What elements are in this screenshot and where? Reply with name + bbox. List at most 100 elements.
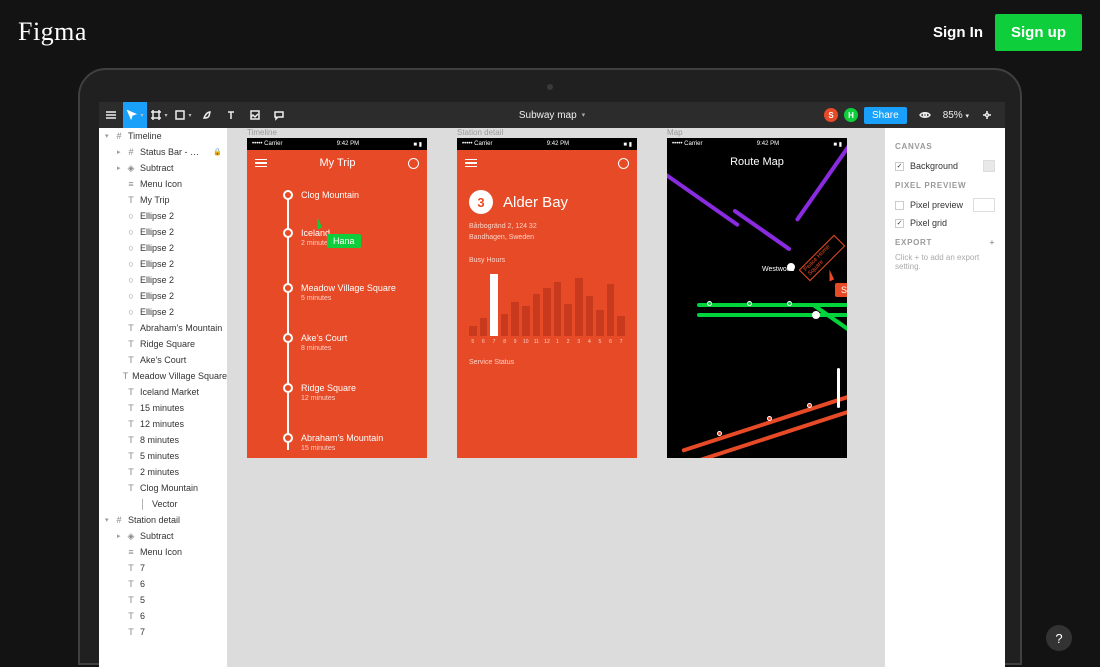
map-marker: [837, 368, 840, 408]
route-stop: Clog Mountain: [283, 190, 359, 200]
pixel-grid-row[interactable]: ✓ Pixel grid: [895, 214, 995, 232]
chart-x-labels: 567891011121234567: [469, 339, 625, 345]
map-line-purple: [732, 208, 792, 251]
layer-row[interactable]: T6: [99, 608, 227, 624]
layer-row[interactable]: ○Ellipse 2: [99, 272, 227, 288]
figma-body: ▾#Timeline▸#Status Bar - …🔒▸◈Subtract≡Me…: [99, 128, 1005, 667]
map-node: [807, 403, 812, 408]
canvas[interactable]: Timeline ••••• Carrier 9:42 PM ■ ▮ My Tr…: [227, 128, 885, 667]
layer-row[interactable]: ○Ellipse 2: [99, 304, 227, 320]
frame-tool-icon[interactable]: ▾: [147, 102, 171, 128]
busy-hours-label: Busy Hours: [469, 257, 625, 264]
layer-row[interactable]: TMeadow Village Square: [99, 368, 227, 384]
pixel-preview-icon[interactable]: [975, 102, 999, 128]
share-button[interactable]: Share: [864, 107, 907, 124]
layer-row[interactable]: ▸◈Subtract: [99, 528, 227, 544]
layer-row[interactable]: T2 minutes: [99, 464, 227, 480]
chart-bar: [511, 302, 519, 336]
layer-row[interactable]: ≡Menu Icon: [99, 176, 227, 192]
zoom-level[interactable]: 85% ▾: [943, 110, 969, 121]
shape-tool-icon[interactable]: ▾: [171, 102, 195, 128]
frame-station-detail[interactable]: ••••• Carrier 9:42 PM ■ ▮ 3 Alder Bay: [457, 138, 637, 458]
checkbox-icon[interactable]: ✓: [895, 162, 904, 171]
move-tool-icon[interactable]: ▾: [123, 102, 147, 128]
sign-in-link[interactable]: Sign In: [933, 24, 983, 41]
layer-row[interactable]: ▸#Status Bar - …🔒: [99, 144, 227, 160]
color-swatch[interactable]: [983, 160, 995, 172]
layer-row[interactable]: TAbraham's Mountain: [99, 320, 227, 336]
figma-app: ▾ ▾ ▾: [99, 102, 1005, 667]
comment-tool-icon[interactable]: [267, 102, 291, 128]
layer-row[interactable]: TMy Trip: [99, 192, 227, 208]
layer-row[interactable]: T12 minutes: [99, 416, 227, 432]
layer-row[interactable]: T5: [99, 592, 227, 608]
layer-row[interactable]: TIceland Market: [99, 384, 227, 400]
layer-row[interactable]: ▸◈Subtract: [99, 160, 227, 176]
chart-bar: [543, 288, 551, 336]
route-stop: Meadow Village Square5 minutes: [283, 283, 396, 302]
text-tool-icon[interactable]: [219, 102, 243, 128]
layer-row[interactable]: ○Ellipse 2: [99, 208, 227, 224]
checkbox-icon[interactable]: ✓: [895, 219, 904, 228]
frame-label-timeline: Timeline: [247, 128, 277, 137]
laptop-frame: ▾ ▾ ▾: [78, 68, 1022, 665]
service-status-label: Service Status: [469, 359, 625, 366]
collaborator-avatar-h[interactable]: H: [844, 108, 858, 122]
add-export-icon[interactable]: +: [990, 238, 995, 247]
layer-row[interactable]: T5 minutes: [99, 448, 227, 464]
chart-bar: [607, 284, 615, 336]
pixel-preview-heading: PIXEL PREVIEW: [895, 181, 995, 190]
layer-row[interactable]: ≡Menu Icon: [99, 544, 227, 560]
pen-tool-icon[interactable]: [195, 102, 219, 128]
layer-row[interactable]: T7: [99, 624, 227, 640]
collaborator-avatar-s[interactable]: S: [824, 108, 838, 122]
document-title[interactable]: Subway map ▾: [519, 110, 585, 121]
layer-row[interactable]: ○Ellipse 2: [99, 256, 227, 272]
map-line-purple: [667, 173, 740, 228]
image-tool-icon[interactable]: [243, 102, 267, 128]
sign-up-button[interactable]: Sign up: [995, 14, 1082, 51]
frame-timeline[interactable]: ••••• Carrier 9:42 PM ■ ▮ My Trip Clog M…: [247, 138, 427, 458]
layer-row[interactable]: T7: [99, 560, 227, 576]
layer-row[interactable]: T8 minutes: [99, 432, 227, 448]
layer-row[interactable]: ○Ellipse 2: [99, 240, 227, 256]
layer-row[interactable]: ○Ellipse 2: [99, 224, 227, 240]
checkbox-icon[interactable]: [895, 201, 904, 210]
gear-icon: [408, 158, 419, 169]
busy-hours-chart: [469, 270, 625, 336]
layer-row[interactable]: ○Ellipse 2: [99, 288, 227, 304]
hamburger-menu-icon[interactable]: [99, 102, 123, 128]
layer-row[interactable]: ▾#Station detail: [99, 512, 227, 528]
screen-title: My Trip: [319, 157, 355, 169]
figma-toolbar: ▾ ▾ ▾: [99, 102, 1005, 128]
screen-header: [457, 150, 637, 176]
layer-row[interactable]: TRidge Square: [99, 336, 227, 352]
chart-bar: [522, 306, 530, 336]
layer-row[interactable]: TAke's Court: [99, 352, 227, 368]
help-button[interactable]: ?: [1046, 625, 1072, 651]
layer-row[interactable]: │Vector: [99, 496, 227, 512]
collaborator-badge-hana: Hana: [327, 234, 361, 248]
route-stop: Ake's Court8 minutes: [283, 333, 347, 352]
frame-route-map[interactable]: ••••• Carrier 9:42 PM ■ ▮ Route Map: [667, 138, 847, 458]
map-line-green: [812, 303, 847, 346]
layer-row[interactable]: T6: [99, 576, 227, 592]
background-row[interactable]: ✓ Background: [895, 157, 995, 175]
layer-row[interactable]: T15 minutes: [99, 400, 227, 416]
pixel-preview-input[interactable]: [973, 198, 995, 212]
map-node: [747, 301, 752, 306]
map-node: [787, 301, 792, 306]
map-line-green: [697, 303, 847, 307]
layer-row[interactable]: TClog Mountain: [99, 480, 227, 496]
chart-bar: [480, 318, 488, 336]
map-node: [717, 431, 722, 436]
site-header: Figma Sign In Sign up: [0, 0, 1100, 64]
chart-bar: [575, 278, 583, 336]
figma-logo: Figma: [18, 17, 87, 47]
camera-dot: [547, 84, 553, 90]
collaborator-cursor-sean: [825, 269, 834, 281]
view-settings-icon[interactable]: [913, 102, 937, 128]
pixel-preview-row[interactable]: Pixel preview: [895, 196, 995, 214]
layer-row[interactable]: ▾#Timeline: [99, 128, 227, 144]
export-heading: EXPORT +: [895, 238, 995, 247]
